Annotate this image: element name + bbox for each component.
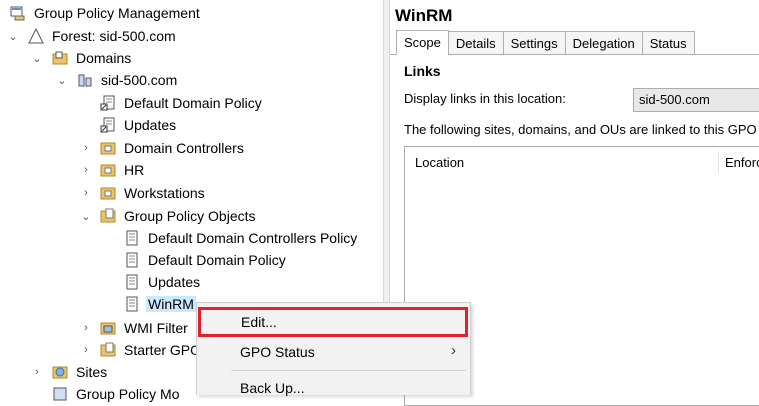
- tree-node-gpo-default-domain-controllers-policy[interactable]: Default Domain Controllers Policy: [124, 227, 359, 249]
- tab-scope[interactable]: Scope: [396, 30, 449, 55]
- links-header: Links: [404, 63, 441, 79]
- tree-node-sites[interactable]: Sites: [52, 361, 109, 383]
- domains-folder-icon: [52, 50, 68, 66]
- chevron-right-icon[interactable]: ›: [79, 137, 93, 159]
- chevron-right-icon[interactable]: ›: [79, 182, 93, 204]
- chevron-right-icon[interactable]: ›: [30, 361, 44, 383]
- forest-icon: [28, 28, 44, 44]
- ou-folder-icon: [100, 185, 116, 201]
- tab-strip: Scope Details Settings Delegation Status: [396, 30, 695, 55]
- wmi-folder-icon: [100, 320, 116, 336]
- tree-label: Domains: [76, 50, 132, 66]
- chevron-right-icon[interactable]: ›: [79, 317, 93, 339]
- tree-label: Default Domain Policy: [124, 95, 262, 111]
- tree-node-hr[interactable]: HR: [100, 159, 146, 181]
- gpo-icon: [124, 252, 140, 268]
- tree-node-workstations[interactable]: Workstations: [100, 182, 207, 204]
- tree-node-group-policy-modeling[interactable]: Group Policy Mo: [52, 383, 181, 405]
- tree-label: Domain Controllers: [124, 140, 244, 156]
- gpo-icon: [124, 296, 140, 312]
- starter-gpo-folder-icon: [100, 342, 116, 358]
- tree-node-wmi-filters[interactable]: WMI Filter: [100, 317, 190, 339]
- gpm-console-icon: [10, 5, 26, 21]
- tree-label: Starter GPO: [124, 342, 202, 358]
- tree-node-group-policy-objects[interactable]: Group Policy Objects: [100, 205, 258, 227]
- chevron-right-icon[interactable]: ›: [79, 339, 93, 361]
- ou-folder-icon: [100, 140, 116, 156]
- tree-node-starter-gpos[interactable]: Starter GPO: [100, 339, 203, 361]
- menu-separator: [231, 370, 466, 371]
- gpo-link-icon: [100, 95, 116, 111]
- tree-label: Updates: [124, 117, 177, 133]
- chevron-down-icon[interactable]: ⌄: [79, 205, 93, 227]
- gpo-icon: [124, 230, 140, 246]
- tab-settings[interactable]: Settings: [502, 31, 566, 54]
- tree-label: Default Domain Controllers Policy: [148, 230, 358, 246]
- context-menu: Edit... GPO Status › Back Up...: [196, 302, 471, 396]
- tree-node-gpo-default-domain-policy[interactable]: Default Domain Policy: [124, 249, 288, 271]
- tree-label: Group Policy Management: [34, 5, 200, 21]
- modeling-icon: [52, 386, 68, 402]
- tree-node-forest[interactable]: Forest: sid-500.com: [28, 25, 178, 47]
- tab-delegation[interactable]: Delegation: [564, 31, 643, 54]
- tree-node-domain[interactable]: sid-500.com: [77, 69, 179, 91]
- submenu-arrow-icon: ›: [451, 342, 456, 359]
- tree-label: WinRM: [146, 296, 196, 312]
- tree-label: Group Policy Mo: [76, 386, 180, 402]
- chevron-down-icon[interactable]: ⌄: [6, 25, 20, 47]
- tree-node-updates-link[interactable]: Updates: [100, 114, 178, 136]
- tree-node-root[interactable]: Group Policy Management: [10, 2, 202, 24]
- gpo-title: WinRM: [395, 6, 453, 25]
- domain-icon: [77, 72, 93, 88]
- column-header-location[interactable]: Location: [415, 155, 464, 170]
- chevron-down-icon[interactable]: ⌄: [30, 47, 44, 69]
- tree-label: WMI Filter: [124, 320, 188, 336]
- linked-locations-text: The following sites, domains, and OUs ar…: [404, 122, 757, 137]
- gpo-folder-icon: [100, 208, 116, 224]
- column-divider[interactable]: [718, 151, 719, 173]
- display-links-label: Display links in this location:: [404, 91, 566, 106]
- tab-status[interactable]: Status: [641, 31, 695, 54]
- ou-folder-icon: [100, 162, 116, 178]
- tree-node-gpo-winrm[interactable]: WinRM: [124, 293, 196, 315]
- tree-label: HR: [124, 162, 145, 178]
- tree-node-gpo-updates[interactable]: Updates: [124, 271, 202, 293]
- chevron-down-icon[interactable]: ⌄: [55, 69, 69, 91]
- menu-item-label: Edit...: [241, 314, 277, 330]
- gpo-link-icon: [100, 117, 116, 133]
- tab-details[interactable]: Details: [447, 31, 504, 54]
- chevron-right-icon[interactable]: ›: [79, 159, 93, 181]
- tree-label: sid-500.com: [101, 72, 178, 88]
- sites-icon: [52, 364, 68, 380]
- column-header-enforced[interactable]: Enforced: [725, 155, 759, 170]
- tree-label: Workstations: [124, 185, 205, 201]
- tree-label: Forest: sid-500.com: [52, 28, 176, 44]
- location-value: sid-500.com: [639, 92, 710, 107]
- menu-item-label: GPO Status: [240, 344, 315, 360]
- location-dropdown[interactable]: sid-500.com: [633, 88, 759, 112]
- tree-label: Sites: [76, 364, 108, 380]
- tree-node-default-domain-policy-link[interactable]: Default Domain Policy: [100, 92, 264, 114]
- menu-item-gpo-status[interactable]: GPO Status ›: [197, 339, 470, 367]
- tree-node-domain-controllers[interactable]: Domain Controllers: [100, 137, 246, 159]
- tree-label: Default Domain Policy: [148, 252, 286, 268]
- tree-label: Group Policy Objects: [124, 208, 256, 224]
- menu-item-edit[interactable]: Edit...: [198, 307, 468, 337]
- menu-item-back-up[interactable]: Back Up...: [197, 375, 470, 403]
- tree-label: Updates: [148, 274, 201, 290]
- tree-node-domains[interactable]: Domains: [52, 47, 133, 69]
- gpo-icon: [124, 274, 140, 290]
